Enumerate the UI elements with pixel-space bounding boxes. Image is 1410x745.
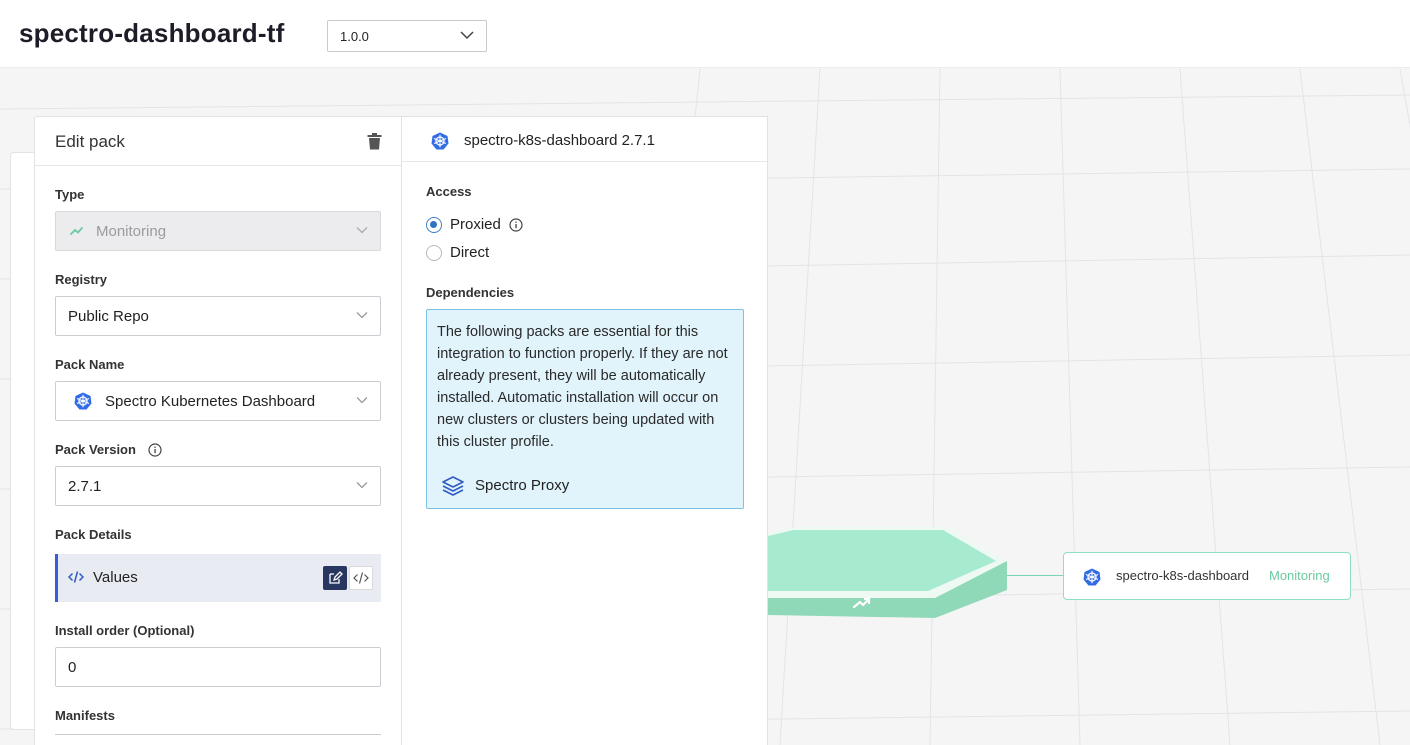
version-value: 1.0.0 (340, 29, 369, 44)
manifests-divider (55, 734, 381, 735)
code-icon (68, 571, 84, 583)
registry-value: Public Repo (68, 308, 149, 325)
type-value: Monitoring (96, 223, 167, 240)
pack-info-header: spectro-k8s-dashboard 2.7.1 (402, 117, 767, 162)
edit-pack-title: Edit pack (55, 132, 125, 151)
pack-version-value: 2.7.1 (68, 478, 102, 495)
access-direct-radio[interactable] (426, 245, 442, 261)
layer-connector (1007, 575, 1063, 576)
trash-icon[interactable] (367, 133, 382, 150)
top-bar: spectro-dashboard-tf 1.0.0 (0, 0, 1410, 68)
access-proxied-radio[interactable] (426, 217, 442, 233)
registry-select[interactable]: Public Repo (55, 296, 381, 336)
pack-info-title: spectro-k8s-dashboard 2.7.1 (464, 132, 655, 149)
edit-values-button[interactable] (323, 566, 347, 590)
node-layer-tag: Monitoring (1269, 568, 1330, 583)
access-direct-label[interactable]: Direct (450, 244, 489, 261)
pack-version-select[interactable]: 2.7.1 (55, 466, 381, 506)
access-proxied-label[interactable]: Proxied (450, 216, 501, 233)
chevron-down-icon (356, 482, 368, 489)
dependencies-label: Dependencies (426, 285, 515, 300)
pack-info-panel: spectro-k8s-dashboard 2.7.1 Access Proxi… (401, 116, 768, 745)
pack-name-value: Spectro Kubernetes Dashboard (105, 393, 316, 410)
dependencies-text: The following packs are essential for th… (437, 324, 728, 450)
view-code-button[interactable] (349, 566, 373, 590)
profile-title: spectro-dashboard-tf (19, 18, 285, 48)
values-label: Values (93, 569, 138, 586)
values-row[interactable]: Values (55, 554, 381, 602)
install-order-label: Install order (Optional) (55, 623, 195, 638)
pack-version-label-row: Pack Version (55, 442, 381, 457)
chevron-down-icon (356, 312, 368, 319)
chevron-down-icon (356, 397, 368, 404)
monitoring-layer-hex (768, 527, 1007, 618)
monitoring-icon (70, 227, 83, 235)
pack-details-label: Pack Details (55, 527, 132, 542)
edit-icon (329, 571, 343, 584)
code-icon (353, 572, 369, 584)
access-label: Access (426, 184, 472, 199)
spectro-proxy-icon (442, 476, 464, 496)
kubernetes-icon (1083, 568, 1101, 586)
layer-hexagon[interactable] (768, 457, 1008, 627)
pack-version-label: Pack Version (55, 442, 136, 457)
type-select: Monitoring (55, 211, 381, 251)
type-label: Type (55, 187, 85, 202)
chevron-down-icon (356, 227, 368, 234)
edit-pack-panel: Edit pack Type Monitoring Registry Publi… (34, 116, 402, 745)
install-order-input[interactable]: 0 (55, 647, 381, 687)
chevron-down-icon (460, 31, 474, 40)
manifests-label: Manifests (55, 708, 115, 723)
pack-name-select[interactable]: Spectro Kubernetes Dashboard (55, 381, 381, 421)
edit-pack-header: Edit pack (35, 117, 401, 166)
layer-node-card[interactable]: spectro-k8s-dashboard Monitoring (1063, 552, 1351, 600)
dependencies-box: The following packs are essential for th… (426, 309, 744, 509)
info-icon[interactable] (509, 218, 523, 232)
install-order-value: 0 (68, 659, 77, 676)
pack-name-label: Pack Name (55, 357, 125, 372)
kubernetes-icon (431, 132, 449, 150)
node-pack-name: spectro-k8s-dashboard (1116, 568, 1249, 583)
registry-label: Registry (55, 272, 108, 287)
info-icon[interactable] (147, 442, 162, 457)
dependency-item-label: Spectro Proxy (475, 477, 570, 494)
version-select[interactable]: 1.0.0 (327, 20, 487, 52)
kubernetes-icon (74, 392, 92, 410)
